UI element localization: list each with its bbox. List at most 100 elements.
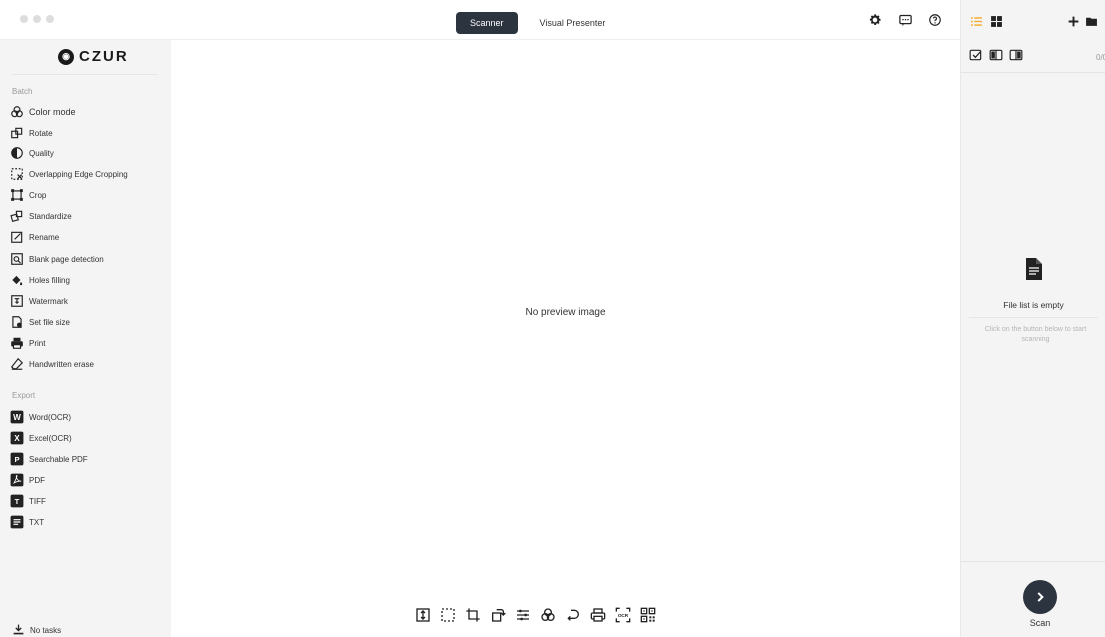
menu-item-color-mode[interactable]: Color mode xyxy=(10,103,76,121)
tab-visual-presenter[interactable]: Visual Presenter xyxy=(526,12,620,34)
qr-code-icon[interactable] xyxy=(638,605,657,624)
menu-item-set-file-size[interactable]: Set file size xyxy=(10,313,70,331)
menu-item-label: Print xyxy=(29,338,46,348)
menu-item-rename[interactable]: Rename xyxy=(10,228,59,246)
empty-list-title: File list is empty xyxy=(1003,300,1064,310)
close-window-button[interactable] xyxy=(20,15,28,23)
divider xyxy=(12,74,158,75)
svg-text:W: W xyxy=(13,413,21,422)
standardize-icon xyxy=(10,209,24,223)
menu-item-label: Quality xyxy=(29,148,54,158)
zoom-window-button[interactable] xyxy=(46,15,54,23)
export-word-ocr[interactable]: W Word(OCR) xyxy=(10,408,71,426)
preview-toolbar: OCR xyxy=(413,605,657,624)
export-txt[interactable]: TXT xyxy=(10,513,44,531)
menu-item-label: Word(OCR) xyxy=(29,412,72,422)
excel-icon: X xyxy=(10,431,24,445)
no-preview-text: No preview image xyxy=(525,307,606,318)
svg-text:T: T xyxy=(15,497,20,506)
tasks-label: No tasks xyxy=(30,626,62,635)
file-list-panel: 0/0 File list is empty Click on the butt… xyxy=(960,0,1105,637)
menu-item-label: TIFF xyxy=(29,496,46,506)
export-searchable-pdf[interactable]: P Searchable PDF xyxy=(10,450,88,468)
window-controls[interactable] xyxy=(20,15,54,23)
fill-icon xyxy=(10,273,24,287)
logo-text: CZUR xyxy=(79,48,129,65)
list-view-icon[interactable] xyxy=(969,14,983,28)
edge-crop-icon xyxy=(10,167,24,181)
menu-item-label: PDF xyxy=(29,475,45,485)
menu-item-edge-cropping[interactable]: Overlapping Edge Cropping xyxy=(10,165,128,183)
menu-item-label: Crop xyxy=(29,190,47,200)
menu-item-standardize[interactable]: Standardize xyxy=(10,207,72,225)
blank-page-icon xyxy=(10,252,24,266)
download-tray-icon xyxy=(12,623,25,637)
minimize-window-button[interactable] xyxy=(33,15,41,23)
export-tiff[interactable]: T TIFF xyxy=(10,492,46,510)
eraser-icon xyxy=(10,357,24,371)
tiff-icon: T xyxy=(10,494,24,508)
tasks-status[interactable]: No tasks xyxy=(12,623,61,637)
menu-item-crop[interactable]: Crop xyxy=(10,186,46,204)
grid-view-icon[interactable] xyxy=(989,14,1003,28)
title-bar: Scanner Visual Presenter xyxy=(0,0,960,40)
pdf-icon xyxy=(10,473,24,487)
add-icon[interactable] xyxy=(1066,14,1080,28)
preview-area: No preview image OCR xyxy=(171,40,960,637)
menu-item-blank-page-detection[interactable]: Blank page detection xyxy=(10,250,104,268)
file-actions xyxy=(1066,14,1105,28)
menu-item-label: Rotate xyxy=(29,128,53,138)
export-excel-ocr[interactable]: X Excel(OCR) xyxy=(10,429,72,447)
menu-item-label: Blank page detection xyxy=(29,254,104,264)
export-pdf[interactable]: PDF xyxy=(10,471,45,489)
gear-icon[interactable] xyxy=(866,11,884,29)
message-icon[interactable] xyxy=(896,11,914,29)
scan-button[interactable] xyxy=(1023,580,1057,614)
menu-item-label: Searchable PDF xyxy=(29,454,88,464)
scan-label: Scan xyxy=(1029,618,1051,628)
svg-text:P: P xyxy=(14,455,19,464)
menu-item-holes-filling[interactable]: Holes filling xyxy=(10,271,70,289)
ocr-icon[interactable]: OCR xyxy=(613,605,632,624)
print-tool-icon[interactable] xyxy=(588,605,607,624)
color-mode-tool-icon[interactable] xyxy=(538,605,557,624)
menu-item-label: Overlapping Edge Cropping xyxy=(29,169,128,179)
select-all-icon[interactable] xyxy=(969,48,983,62)
batch-section-title: Batch xyxy=(12,87,33,96)
rotate-tool-icon[interactable] xyxy=(488,605,507,624)
menu-item-label: Holes filling xyxy=(29,275,70,285)
quality-icon xyxy=(10,146,24,160)
select-left-pages-icon[interactable] xyxy=(989,48,1003,62)
printer-icon xyxy=(10,336,24,350)
menu-item-watermark[interactable]: Watermark xyxy=(10,292,68,310)
svg-text:OCR: OCR xyxy=(617,613,628,618)
word-icon: W xyxy=(10,410,24,424)
crop-tool-icon[interactable] xyxy=(463,605,482,624)
rotate-icon xyxy=(10,126,24,140)
select-area-icon[interactable] xyxy=(438,605,457,624)
menu-item-label: TXT xyxy=(29,517,45,527)
tab-scanner[interactable]: Scanner xyxy=(456,12,518,34)
divider xyxy=(961,561,1105,562)
select-right-pages-icon[interactable] xyxy=(1009,48,1023,62)
help-icon[interactable] xyxy=(926,11,944,29)
menu-item-rotate[interactable]: Rotate xyxy=(10,124,53,142)
mode-tabs: Scanner Visual Presenter xyxy=(456,12,619,34)
divider xyxy=(969,317,1098,318)
undo-icon[interactable] xyxy=(563,605,582,624)
menu-item-handwritten-erase[interactable]: Handwritten erase xyxy=(10,355,94,373)
divider xyxy=(961,72,1105,73)
chevron-right-icon xyxy=(1037,592,1044,602)
menu-item-quality[interactable]: Quality xyxy=(10,144,54,162)
view-toggle xyxy=(969,14,1003,28)
fit-height-icon[interactable] xyxy=(413,605,432,624)
menu-item-label: Watermark xyxy=(29,296,68,306)
export-section-title: Export xyxy=(12,391,36,400)
menu-item-print[interactable]: Print xyxy=(10,334,45,352)
folder-icon[interactable] xyxy=(1084,14,1098,28)
searchable-pdf-icon: P xyxy=(10,452,24,466)
menu-item-label: Rename xyxy=(29,232,60,242)
sidebar: ◉ CZUR Batch Color mode Rotate Quality O… xyxy=(0,40,171,637)
adjust-icon[interactable] xyxy=(513,605,532,624)
svg-text:X: X xyxy=(14,434,20,443)
